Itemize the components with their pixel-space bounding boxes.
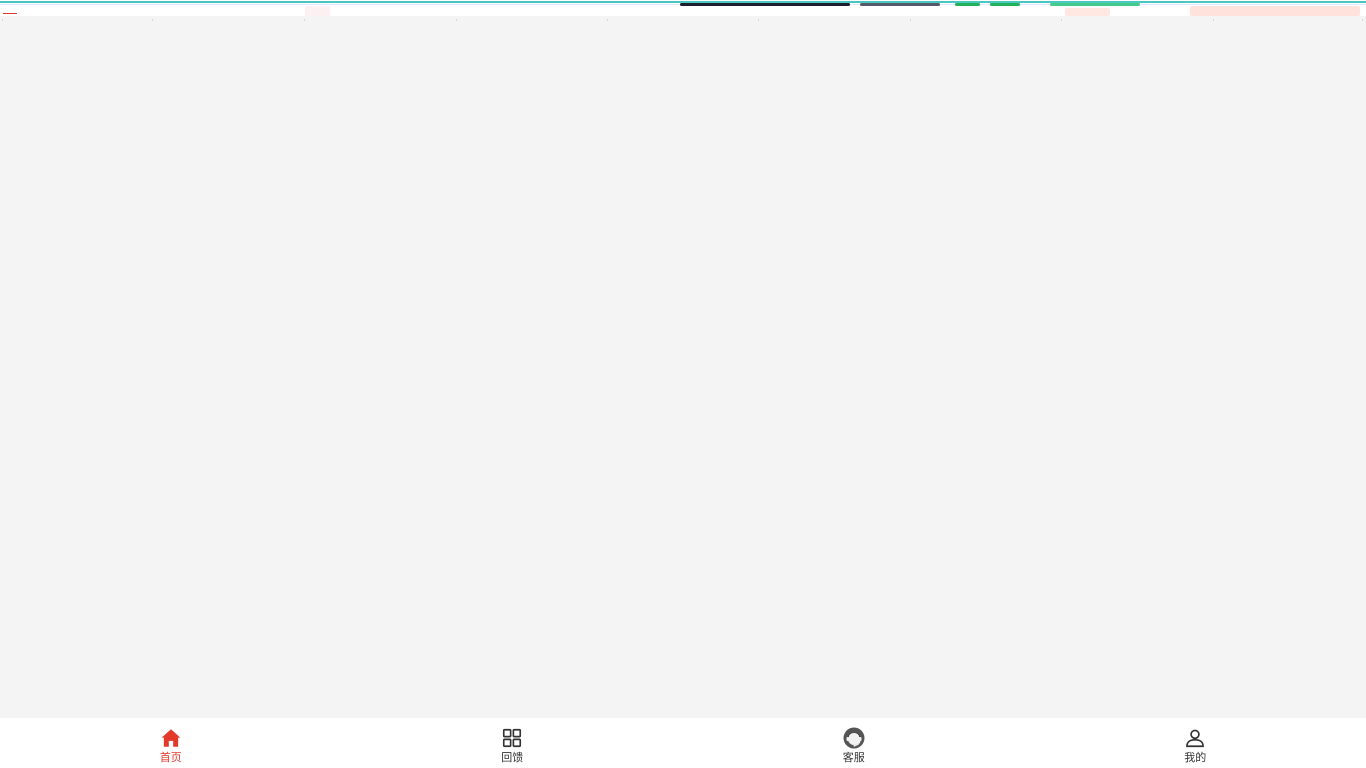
separator-mark xyxy=(1061,19,1062,21)
tab-mine-label: 我的 xyxy=(1184,751,1207,764)
tab-feedback-label: 回馈 xyxy=(501,751,524,764)
bottom-tab-bar: 首页 回馈 客服 我的 xyxy=(0,718,1366,768)
separator-mark xyxy=(607,19,608,21)
banner-fragment xyxy=(1190,6,1360,16)
customer-service-icon xyxy=(842,726,866,750)
tab-customer-service[interactable]: 客服 xyxy=(683,718,1025,768)
separator-mark xyxy=(1362,19,1363,21)
banner-fragment xyxy=(1065,8,1110,16)
tab-feedback[interactable]: 回馈 xyxy=(342,718,684,768)
app-page: 首页 回馈 客服 我的 xyxy=(0,0,1366,768)
separator-mark xyxy=(910,19,911,21)
column-separator-row xyxy=(0,16,1366,24)
home-icon xyxy=(159,726,183,750)
separator-mark xyxy=(456,19,457,21)
separator-mark xyxy=(758,19,759,21)
banner-fragment xyxy=(305,6,330,16)
active-nav-underline xyxy=(3,13,17,14)
tab-mine[interactable]: 我的 xyxy=(1025,718,1366,768)
tab-home-label: 首页 xyxy=(159,751,182,764)
tab-customer-service-label: 客服 xyxy=(842,751,865,764)
banner-fragment xyxy=(990,3,1020,6)
separator-mark xyxy=(152,19,153,21)
grid-icon xyxy=(500,726,524,750)
banner-fragment xyxy=(860,3,940,6)
banner-fragment xyxy=(1050,3,1140,6)
separator-mark xyxy=(2,19,3,21)
tab-home[interactable]: 首页 xyxy=(0,718,342,768)
top-banner-strip xyxy=(0,0,1366,16)
user-icon xyxy=(1183,726,1207,750)
separator-mark xyxy=(1213,19,1214,21)
separator-mark xyxy=(304,19,305,21)
banner-fragment xyxy=(680,3,850,6)
banner-fragment xyxy=(955,3,980,6)
